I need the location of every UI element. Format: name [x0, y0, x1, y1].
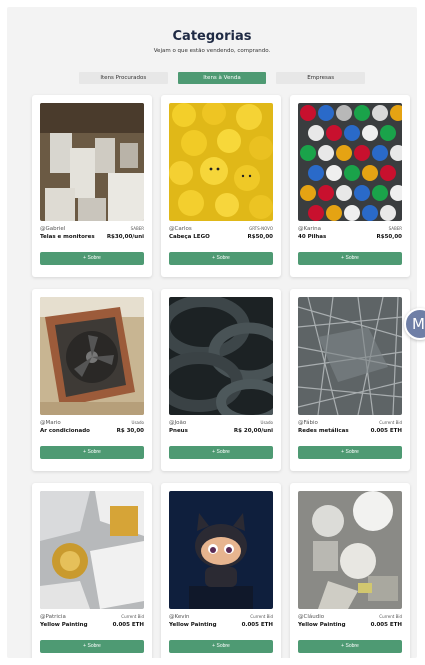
product-price: R$ 20,00/uni	[233, 428, 273, 434]
more-info-button[interactable]: + Sobre	[298, 446, 402, 459]
product-image-monitors	[40, 103, 144, 221]
seller-handle: @Mario	[40, 420, 61, 426]
product-name: Yellow Painting	[298, 622, 346, 628]
product-price: 0.005 ETH	[370, 428, 402, 434]
product-price: 0.005 ETH	[112, 622, 144, 628]
price-type-label: GRTS-NOVO	[249, 226, 273, 231]
more-info-button[interactable]: + Sobre	[169, 640, 273, 653]
tab-itens-a-venda[interactable]: Itens à Venda	[177, 72, 267, 84]
product-price: R$ 30,00	[116, 428, 144, 434]
product-name: Telas e monitores	[40, 234, 95, 240]
more-info-button[interactable]: + Sobre	[169, 446, 273, 459]
more-info-button[interactable]: + Sobre	[40, 252, 144, 265]
product-price: 0.005 ETH	[241, 622, 273, 628]
price-type-label: SABER	[130, 226, 144, 231]
product-card[interactable]: @Carlos GRTS-NOVO Cabeça LEGO R$50,00 + …	[161, 95, 281, 277]
more-info-button[interactable]: + Sobre	[298, 640, 402, 653]
price-type-label: Usado	[131, 420, 144, 425]
price-type-label: Current Bid	[121, 614, 144, 619]
product-card[interactable]: @João Usado Pneus R$ 20,00/uni + Sobre	[161, 289, 281, 471]
page-subtitle: Vejam o que estão vendendo, comprando.	[153, 48, 271, 54]
product-image-aircon	[40, 297, 144, 415]
seller-handle: @Fábio	[298, 420, 318, 426]
more-info-button[interactable]: + Sobre	[40, 640, 144, 653]
seller-handle: @Cláudio	[298, 614, 325, 620]
product-price: 0.005 ETH	[370, 622, 402, 628]
product-name: Redes metálicas	[298, 428, 349, 434]
price-type-label: SABER	[388, 226, 402, 231]
price-type-label: Usado	[260, 420, 273, 425]
seller-handle: @Patricia	[40, 614, 66, 620]
product-image-lego	[169, 103, 273, 221]
more-info-button[interactable]: + Sobre	[169, 252, 273, 265]
seller-handle: @Karina	[298, 226, 322, 232]
price-type-label: Current Bid	[379, 614, 402, 619]
product-price: R$50,00	[247, 234, 273, 240]
more-info-button[interactable]: + Sobre	[298, 252, 402, 265]
product-image-tires	[169, 297, 273, 415]
product-card[interactable]: @Fábio Current Bid Redes metálicas 0.005…	[290, 289, 410, 471]
product-card[interactable]: @Cláudio Current Bid Yellow Painting 0.0…	[290, 483, 410, 658]
page-container: Categorias Vejam o que estão vendendo, c…	[7, 7, 417, 658]
seller-handle: @Gabriel	[40, 226, 66, 232]
seller-handle: @Carlos	[169, 226, 192, 232]
tab-empresas[interactable]: Empresas	[276, 72, 366, 84]
more-info-button[interactable]: + Sobre	[40, 446, 144, 459]
product-image-bulbs	[298, 491, 402, 609]
product-card[interactable]: @Gabriel SABER Telas e monitores R$30,00…	[32, 95, 152, 277]
product-price: R$50,00	[376, 234, 402, 240]
product-price: R$30,00/uni	[106, 234, 144, 240]
price-type-label: Current Bid	[250, 614, 273, 619]
seller-handle: @Kevin	[169, 614, 190, 620]
product-name: Yellow Painting	[169, 622, 217, 628]
page-title: Categorias	[172, 29, 252, 44]
product-card[interactable]: @Mario Usado Ar condicionado R$ 30,00 + …	[32, 289, 152, 471]
product-name: Yellow Painting	[40, 622, 88, 628]
product-image-metal	[298, 297, 402, 415]
product-name: Ar condicionado	[40, 428, 90, 434]
price-type-label: Current Bid	[379, 420, 402, 425]
product-image-batteries	[298, 103, 402, 221]
product-card[interactable]: @Kevin Current Bid Yellow Painting 0.005…	[161, 483, 281, 658]
product-card[interactable]: @Karina SABER 40 Pilhas R$50,00 + Sobre	[290, 95, 410, 277]
product-name: Cabeça LEGO	[169, 234, 210, 240]
product-name: Pneus	[169, 428, 188, 434]
product-card[interactable]: @Patricia Current Bid Yellow Painting 0.…	[32, 483, 152, 658]
category-tabs: Itens Procurados Itens à Venda Empresas	[79, 72, 366, 84]
product-grid: @Gabriel SABER Telas e monitores R$30,00…	[32, 95, 410, 658]
tab-itens-procurados[interactable]: Itens Procurados	[79, 72, 168, 84]
seller-handle: @João	[169, 420, 187, 426]
product-name: 40 Pilhas	[298, 234, 327, 240]
product-image-cans	[40, 491, 144, 609]
product-image-octocat	[169, 491, 273, 609]
